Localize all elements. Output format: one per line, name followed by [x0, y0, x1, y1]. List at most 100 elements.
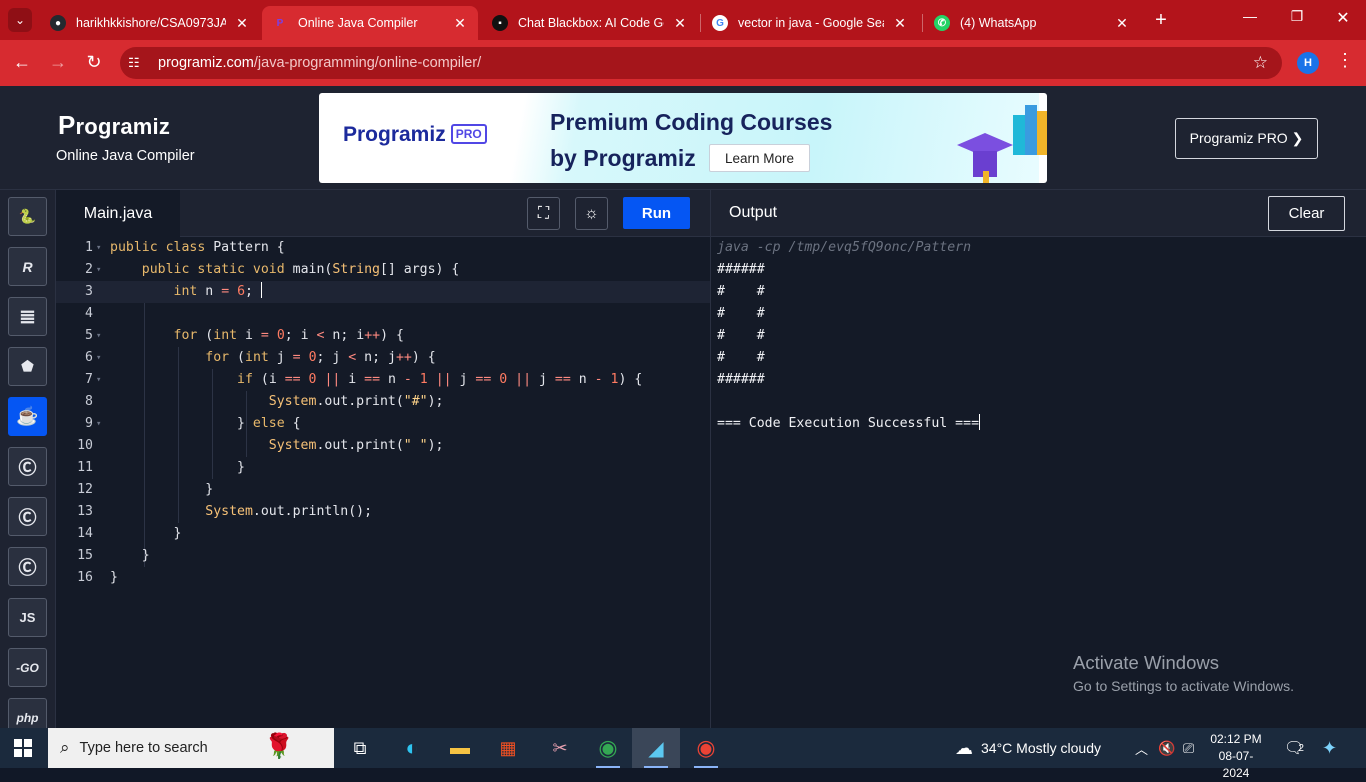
- copilot-icon[interactable]: ✦: [1322, 728, 1337, 768]
- code-line-current: 3 int n = 6;: [56, 281, 710, 303]
- page-subtitle: Online Java Compiler: [56, 148, 195, 164]
- back-button[interactable]: ←: [10, 52, 34, 73]
- close-icon[interactable]: ✕: [234, 15, 250, 32]
- browser-tab-active[interactable]: P Online Java Compiler ✕: [262, 6, 478, 40]
- edge-icon[interactable]: ◐: [388, 728, 436, 768]
- ad-banner[interactable]: Programiz PRO Premium Coding Courses by P…: [319, 93, 1047, 183]
- code-line: 2 ▾ public static void main(String[] args…: [85, 262, 460, 277]
- chrome-profile-icon[interactable]: ◉: [682, 728, 730, 768]
- system-clock[interactable]: 02:12 PM 08-07-2024: [1206, 731, 1266, 782]
- clear-button[interactable]: Clear: [1268, 196, 1345, 231]
- output-line: # #: [717, 306, 765, 321]
- banner-logo: Programiz PRO: [343, 123, 487, 147]
- code-line: 16}: [77, 570, 118, 585]
- code-line: 11 }: [77, 460, 245, 475]
- browser-tab[interactable]: ● harikhkkishore/CSA0973JAVA ✕: [40, 6, 260, 40]
- csharp-icon[interactable]: Ⓒ: [8, 547, 47, 586]
- blackbox-icon: ▪: [492, 15, 508, 31]
- code-line: 8 System.out.print("#");: [85, 394, 444, 409]
- restore-button[interactable]: ❐: [1285, 8, 1309, 25]
- output-line: # #: [717, 328, 765, 343]
- c-icon[interactable]: Ⓒ: [8, 447, 47, 486]
- python-icon[interactable]: 🐍: [8, 197, 47, 236]
- browser-tab-strip: ⌄ ● harikhkkishore/CSA0973JAVA ✕ P Onlin…: [0, 0, 1366, 40]
- reload-button[interactable]: ↻: [82, 52, 106, 73]
- code-line: 7 ▾ if (i == 0 || i == n - 1 || j == 0 ||…: [85, 372, 643, 387]
- address-bar[interactable]: ☷ programiz.com/java-programming/online-…: [120, 47, 1282, 79]
- minimize-button[interactable]: —: [1238, 8, 1262, 24]
- browser-toolbar: ← → ↻ ☷ programiz.com/java-programming/o…: [0, 40, 1366, 86]
- google-icon: G: [712, 15, 728, 31]
- tab-search-button[interactable]: ⌄: [8, 8, 32, 32]
- profile-avatar[interactable]: H: [1297, 52, 1319, 74]
- banner-headline-2: by Programiz: [550, 145, 696, 171]
- code-line: 14 }: [77, 526, 182, 541]
- go-icon[interactable]: -GO: [8, 648, 47, 687]
- output-status: === Code Execution Successful ===: [717, 414, 981, 431]
- site-settings-icon[interactable]: ☷: [128, 55, 146, 71]
- browser-tab[interactable]: ✆ (4) WhatsApp ✕: [924, 6, 1140, 40]
- windows-start-icon[interactable]: [14, 739, 32, 757]
- language-sidebar: 🐍 R ≣ ⬟ ☕ Ⓒ Ⓒ Ⓒ JS -GO php: [0, 190, 56, 737]
- javascript-icon[interactable]: JS: [8, 598, 47, 637]
- weather-widget[interactable]: ☁ 34°C Mostly cloudy: [955, 728, 1101, 768]
- window-close-button[interactable]: ✕: [1331, 8, 1355, 28]
- editor-toolbar: Main.java ⛶ ☼ Run: [56, 190, 710, 237]
- output-toolbar: Output Clear: [710, 190, 1366, 237]
- close-icon[interactable]: ✕: [672, 15, 688, 32]
- notification-icon[interactable]: 🗨 2: [1284, 728, 1304, 768]
- github-icon: ●: [50, 15, 66, 31]
- code-line: 5 ▾ for (int i = 0; i < n; i++) {: [85, 328, 404, 343]
- programiz-icon: P: [276, 17, 284, 29]
- cloud-icon: ☁: [955, 737, 973, 758]
- chrome-icon[interactable]: ◉: [584, 728, 632, 768]
- run-button[interactable]: Run: [623, 197, 690, 229]
- output-line: # #: [717, 284, 765, 299]
- chevron-down-icon: ⌄: [14, 13, 26, 27]
- sun-icon[interactable]: ☼: [575, 197, 608, 230]
- sql-icon[interactable]: ≣: [8, 297, 47, 336]
- programiz-logo[interactable]: Programiz: [58, 110, 170, 141]
- code-line: 10 System.out.print(" ");: [77, 438, 444, 453]
- close-icon[interactable]: ✕: [1114, 15, 1130, 32]
- paint-icon[interactable]: ◢: [632, 728, 680, 768]
- network-icon[interactable]: ⎚: [1183, 728, 1194, 768]
- programiz-pro-button[interactable]: Programiz PRO ❯: [1175, 118, 1318, 159]
- whatsapp-icon: ✆: [934, 15, 950, 31]
- browser-menu-icon[interactable]: ⋮: [1336, 50, 1354, 71]
- browser-tab[interactable]: ▪ Chat Blackbox: AI Code Gene ✕: [482, 6, 698, 40]
- close-icon[interactable]: ✕: [892, 15, 908, 32]
- windows-activation-watermark: Activate Windows Go to Settings to activ…: [1073, 652, 1294, 694]
- output-command: java -cp /tmp/evq5fQ9onc/Pattern: [717, 240, 972, 255]
- code-line: 12 }: [77, 482, 214, 497]
- browser-tab[interactable]: G vector in java - Google Searc ✕: [702, 6, 918, 40]
- new-tab-button[interactable]: +: [1150, 9, 1172, 32]
- cpp-icon[interactable]: Ⓒ: [8, 497, 47, 536]
- close-icon[interactable]: ✕: [452, 15, 468, 32]
- tray-chevron-icon[interactable]: ︿: [1135, 728, 1148, 768]
- speaker-muted-icon[interactable]: 🔇: [1158, 728, 1175, 768]
- file-tab-main-java[interactable]: Main.java: [56, 190, 180, 237]
- code-editor[interactable]: 1 ▾ public class Pattern { 2 ▾ public stati…: [56, 237, 710, 728]
- forward-button[interactable]: →: [46, 52, 70, 73]
- learn-more-button[interactable]: Learn More: [709, 144, 810, 172]
- snipping-tool-icon[interactable]: ✂: [536, 728, 584, 768]
- code-line: 9 ▾ } else {: [85, 416, 301, 431]
- banner-headline: Premium Coding Courses: [550, 109, 833, 135]
- r-icon[interactable]: R: [8, 247, 47, 286]
- fullscreen-icon[interactable]: ⛶: [527, 197, 560, 230]
- bookmark-star-icon[interactable]: ☆: [1253, 53, 1268, 73]
- output-line: ######: [717, 372, 765, 387]
- html5-icon[interactable]: ⬟: [8, 347, 47, 386]
- task-view-icon[interactable]: ⧉: [336, 728, 384, 768]
- microsoft-store-icon[interactable]: ▦: [484, 728, 532, 768]
- output-line: # #: [717, 350, 765, 365]
- site-header: Programiz Online Java Compiler Programiz…: [0, 86, 1366, 190]
- windows-taskbar: ⌕ Type here to search 🌹 ⧉ ◐ ▬ ▦ ✂ ◉ ◢ ◉ …: [0, 728, 1366, 780]
- output-title: Output: [729, 204, 778, 221]
- graduation-books-icon: [957, 105, 1047, 183]
- java-icon[interactable]: ☕: [8, 397, 47, 436]
- file-explorer-icon[interactable]: ▬: [436, 728, 484, 768]
- output-line: ######: [717, 262, 765, 277]
- taskbar-search-box[interactable]: ⌕ Type here to search 🌹: [48, 728, 334, 768]
